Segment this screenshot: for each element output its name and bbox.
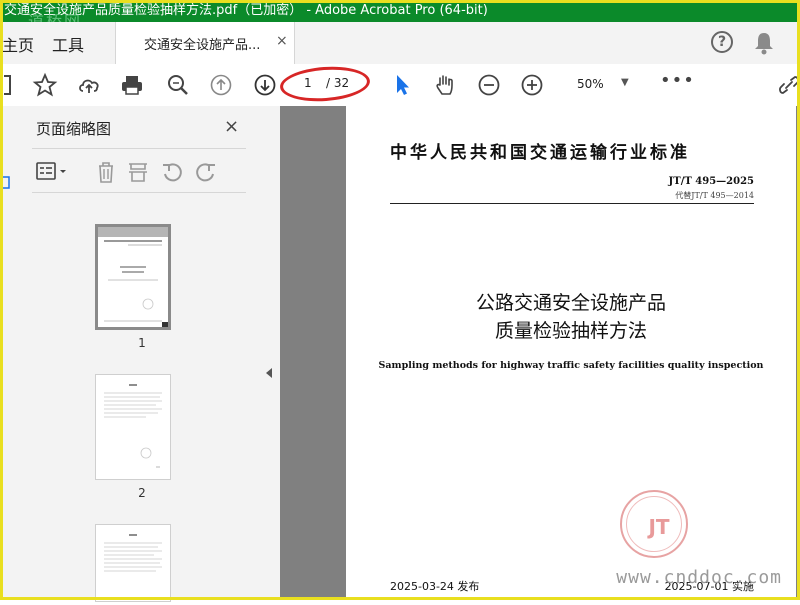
star-icon[interactable] bbox=[32, 72, 58, 98]
zoom-value: 50% bbox=[577, 77, 604, 91]
thumbnail-label: 1 bbox=[138, 336, 146, 350]
header-rule bbox=[390, 203, 754, 204]
chevron-down-icon: ▼ bbox=[621, 77, 629, 88]
panel-close-icon[interactable]: × bbox=[224, 116, 239, 137]
tab-document-label: 交通安全设施产品... bbox=[144, 38, 261, 53]
english-title: Sampling methods for highway traffic saf… bbox=[378, 360, 764, 371]
thumbnail-label: 2 bbox=[138, 486, 146, 500]
page-thumbnail-1[interactable] bbox=[95, 224, 171, 330]
pdf-page: 中华人民共和国交通运输行业标准 JT/T 495—2025 代替JT/T 495… bbox=[346, 106, 796, 600]
next-page-icon[interactable] bbox=[252, 72, 278, 98]
replaces-note: 代替JT/T 495—2014 bbox=[675, 191, 754, 200]
bell-icon[interactable] bbox=[752, 30, 776, 56]
tab-document[interactable]: 交通安全设施产品... × bbox=[115, 22, 295, 64]
seal-text: JT bbox=[648, 515, 670, 539]
thumbnail-preview bbox=[98, 227, 168, 327]
document-title-line2: 质量检验抽样方法 bbox=[494, 320, 647, 342]
thumbnail-options-icon[interactable] bbox=[36, 160, 70, 184]
tab-home[interactable]: 主页 bbox=[2, 32, 34, 56]
bookmark-edge-icon[interactable] bbox=[4, 72, 30, 98]
more-tools-icon[interactable]: ••• bbox=[660, 70, 695, 91]
panel-title: 页面缩略图 bbox=[36, 120, 112, 138]
thumbnail-preview bbox=[104, 534, 162, 572]
print-icon[interactable] bbox=[119, 72, 145, 98]
hand-tool-icon[interactable] bbox=[432, 72, 458, 98]
tab-tools[interactable]: 工具 bbox=[52, 32, 84, 56]
document-title-line1: 公路交通安全设施产品 bbox=[475, 292, 666, 314]
previous-page-icon[interactable] bbox=[208, 72, 234, 98]
thumbnails-nav-icon[interactable] bbox=[2, 176, 12, 190]
annotation-ring bbox=[278, 63, 372, 105]
page-thumbnail-3[interactable] bbox=[95, 524, 171, 602]
standard-header-title: 中华人民共和国交通运输行业标准 bbox=[390, 143, 690, 163]
chevron-left-icon bbox=[266, 368, 272, 378]
zoom-level-select[interactable]: 50% ▼ bbox=[563, 74, 635, 96]
thumbnails-panel: 页面缩略图 × 1 2 bbox=[24, 106, 276, 602]
insert-page-icon[interactable] bbox=[126, 160, 150, 184]
site-watermark-bottom: www.cnddoc.com bbox=[616, 567, 782, 588]
panel-divider bbox=[32, 148, 246, 149]
page-thumbnail-2[interactable] bbox=[95, 374, 171, 480]
zoom-search-icon[interactable] bbox=[165, 72, 191, 98]
jt-seal: JT bbox=[620, 490, 688, 558]
delete-icon[interactable] bbox=[94, 160, 118, 184]
window-titlebar: 交通安全设施产品质量检验抽样方法.pdf（已加密） - Adobe Acroba… bbox=[0, 0, 800, 22]
document-viewer[interactable]: 中华人民共和国交通运输行业标准 JT/T 495—2025 代替JT/T 495… bbox=[280, 106, 800, 600]
panel-toolbar bbox=[32, 154, 246, 190]
rotate-left-icon[interactable] bbox=[160, 160, 184, 184]
tab-close-icon[interactable]: × bbox=[276, 33, 288, 49]
main-toolbar: 1 / 32 50% ▼ ••• bbox=[0, 63, 800, 107]
seal-inner-ring: JT bbox=[626, 496, 682, 552]
navigation-strip bbox=[0, 106, 25, 600]
rotate-right-icon[interactable] bbox=[194, 160, 218, 184]
tab-bar: 主页 工具 交通安全设施产品... × ? bbox=[0, 22, 800, 65]
publish-date: 2025-03-24 发布 bbox=[390, 580, 480, 593]
panel-divider bbox=[32, 192, 246, 193]
zoom-in-icon[interactable] bbox=[519, 72, 545, 98]
panel-collapse-handle[interactable] bbox=[260, 106, 280, 600]
help-icon[interactable]: ? bbox=[711, 31, 733, 53]
thumbnail-preview bbox=[104, 384, 162, 468]
standard-code: JT/T 495—2025 bbox=[668, 176, 754, 187]
zoom-out-icon[interactable] bbox=[476, 72, 502, 98]
link-icon[interactable] bbox=[776, 72, 800, 98]
cloud-upload-icon[interactable] bbox=[76, 72, 102, 98]
select-arrow-icon[interactable] bbox=[390, 72, 416, 98]
